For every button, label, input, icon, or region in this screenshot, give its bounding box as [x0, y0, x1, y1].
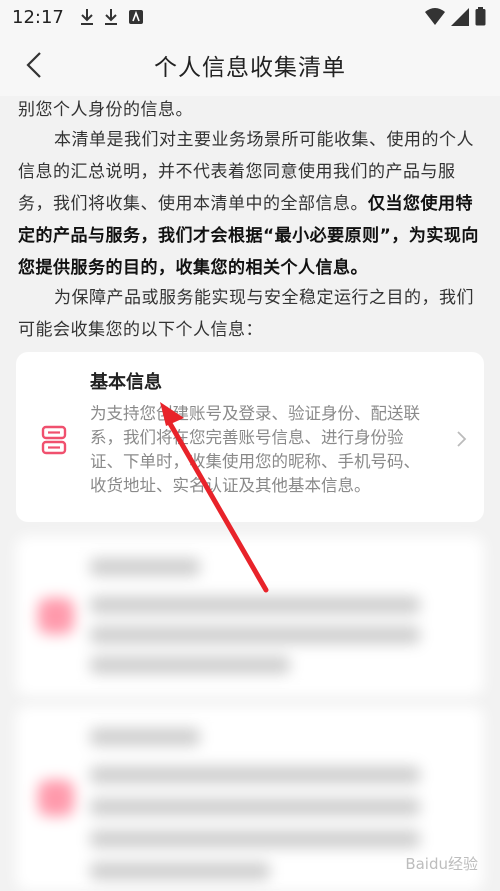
header: 个人信息收集清单 [0, 34, 500, 96]
blurred-title [90, 728, 200, 746]
page-title: 个人信息收集清单 [154, 55, 346, 81]
content-area[interactable]: 别您个人身份的信息。 本清单是我们对主要业务场景所可能收集、使用的个人信息的汇总… [0, 96, 500, 891]
status-bar: 12:17 [0, 0, 500, 34]
blurred-text [90, 596, 420, 614]
wifi-icon [425, 7, 445, 25]
blurred-icon [38, 598, 74, 634]
basic-info-card[interactable]: 基本信息 为支持您创建账号及登录、验证身份、配送联系，我们将在您完善账号信息、进… [16, 352, 484, 522]
card-description: 为支持您创建账号及登录、验证身份、配送联系，我们将在您完善账号信息、进行身份验证… [90, 404, 420, 495]
blurred-text [90, 798, 420, 816]
blurred-text [90, 830, 420, 848]
status-time: 12:17 [12, 6, 64, 28]
blurred-text [90, 626, 420, 644]
download-icon [104, 9, 117, 25]
blurred-text [90, 656, 290, 674]
blurred-text [90, 766, 420, 784]
blurred-icon [38, 780, 74, 816]
app-notification-icon [128, 10, 143, 24]
system-icons [425, 7, 486, 26]
battery-icon [475, 7, 486, 26]
back-arrow-icon[interactable] [18, 48, 52, 82]
notification-icons [80, 8, 144, 26]
blurred-card [16, 536, 484, 696]
signal-icon [451, 7, 469, 26]
blurred-title [90, 558, 200, 576]
paragraph-summary: 本清单是我们对主要业务场景所可能收集、使用的个人信息的汇总说明，并不代表着您同意… [18, 124, 484, 284]
paragraph-intro-end: 别您个人身份的信息。 [18, 100, 193, 120]
watermark: Baidu经验 [405, 855, 478, 873]
paragraph-purpose: 为保障产品或服务能实现与安全稳定运行之目的，我们可能会收集您的以下个人信息： [18, 288, 474, 340]
download-icon [80, 9, 93, 25]
blurred-text [90, 862, 270, 880]
id-card-icon [41, 425, 67, 455]
card-title: 基本信息 [90, 372, 162, 393]
chevron-right-icon [457, 431, 467, 447]
